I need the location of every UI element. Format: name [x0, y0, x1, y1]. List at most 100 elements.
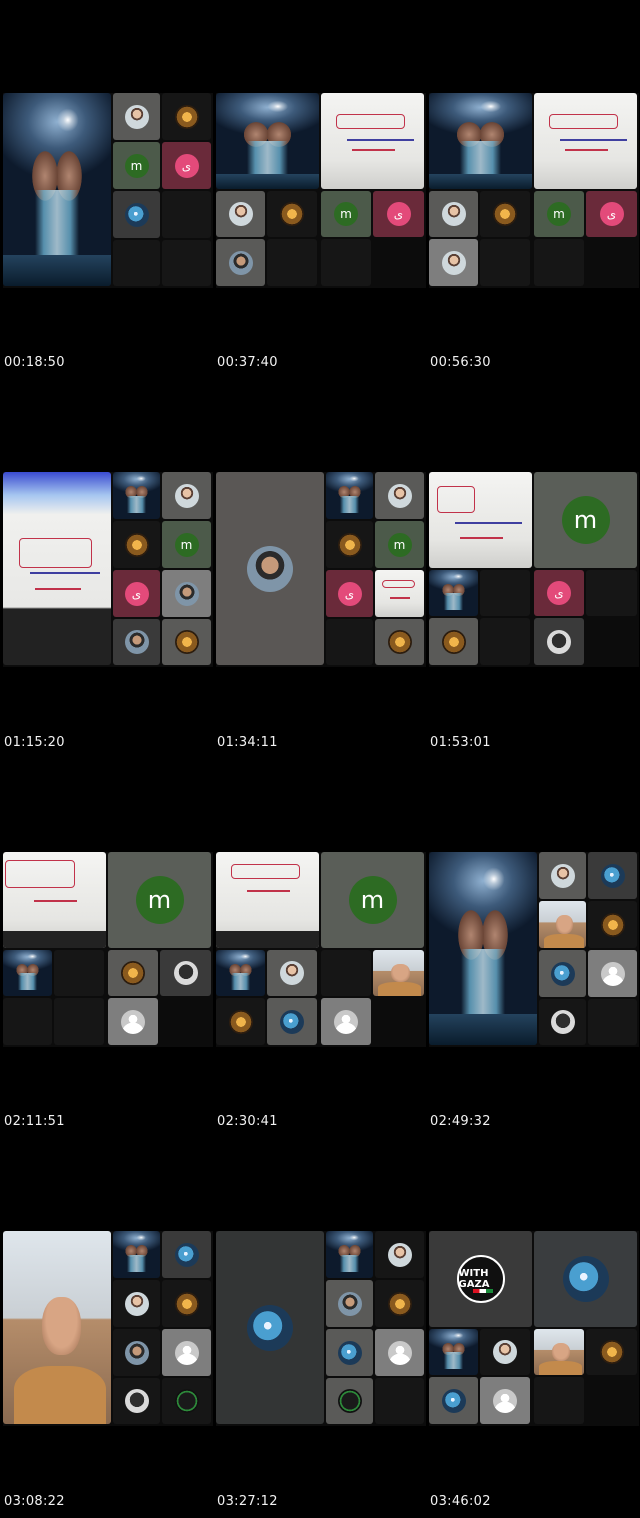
- avatar-icon: [441, 202, 466, 226]
- initial-avatar: ى: [174, 153, 199, 178]
- thumbnail-3[interactable]: m ى: [429, 93, 639, 288]
- person-placeholder-icon: [121, 1009, 145, 1034]
- participant-tile: [113, 1378, 160, 1424]
- empty-tile: [534, 1377, 584, 1424]
- empty-tile: [326, 619, 373, 665]
- participant-tile: [429, 191, 478, 237]
- avatar-icon: [174, 1242, 199, 1267]
- participant-tile: m: [321, 191, 371, 237]
- participant-tile: m: [375, 521, 424, 568]
- gaza-badge-icon: [174, 1389, 199, 1413]
- thumbnail-6[interactable]: m ى: [429, 472, 639, 667]
- participant-tile: [375, 472, 424, 519]
- participant-tile: ى: [162, 142, 211, 189]
- participant-tile: [162, 1231, 211, 1278]
- avatar-icon: [337, 1291, 362, 1316]
- avatar-icon: [124, 1340, 149, 1365]
- participant-tile: [162, 93, 211, 140]
- participant-tile: m: [113, 142, 160, 189]
- participant-tile: [113, 93, 160, 140]
- empty-tile: [480, 239, 530, 286]
- initial-avatar: m: [174, 532, 199, 557]
- thumbnail-2[interactable]: m ى: [216, 93, 426, 288]
- participant-tile: [429, 239, 478, 286]
- empty-tile: [321, 239, 371, 286]
- initial-avatar: m: [348, 876, 397, 924]
- gaza-badge-icon: [337, 1389, 362, 1413]
- thumbnail-5[interactable]: m ى: [216, 472, 426, 667]
- empty-tile: [480, 570, 530, 616]
- participant-tile: [321, 998, 371, 1045]
- avatar-icon: [493, 202, 517, 226]
- hands-artwork-tile: [3, 93, 111, 286]
- speaker-tile: WITH GAZA: [429, 1231, 532, 1327]
- avatar-icon: [441, 250, 466, 275]
- participant-tile: [113, 1329, 160, 1376]
- empty-tile: [54, 998, 104, 1045]
- participant-tile: m: [534, 191, 584, 237]
- participant-tile: [216, 998, 265, 1045]
- participant-tile: [326, 1329, 373, 1376]
- participant-tile: [375, 1280, 424, 1327]
- avatar-icon: [228, 202, 253, 226]
- avatar-icon: [387, 1291, 412, 1316]
- participant-tile: [108, 998, 158, 1045]
- participant-tile: [216, 239, 265, 286]
- thumbnail-11[interactable]: [216, 1231, 426, 1426]
- thumbnail-9[interactable]: [429, 852, 639, 1047]
- initial-avatar: ى: [386, 202, 411, 226]
- avatar-icon: [124, 1291, 149, 1316]
- avatar-icon: [493, 1340, 517, 1364]
- avatar-icon: [547, 629, 571, 654]
- avatar-icon: [280, 961, 304, 985]
- avatar-icon: [562, 1256, 609, 1302]
- participant-tile: [216, 191, 265, 237]
- avatar-icon: [173, 961, 198, 985]
- avatar-icon: [600, 863, 625, 888]
- hands-artwork-tile: [216, 950, 265, 996]
- avatar-icon: [337, 1340, 362, 1365]
- avatar-icon: [247, 1304, 293, 1351]
- thumbnail-10[interactable]: [3, 1231, 213, 1426]
- thumbnail-12[interactable]: WITH GAZA: [429, 1231, 639, 1426]
- initial-avatar: ى: [547, 581, 571, 605]
- thumbnail-1[interactable]: m ى: [3, 93, 213, 288]
- thumbnail-4[interactable]: m ى: [3, 472, 213, 667]
- empty-tile: [113, 240, 160, 286]
- avatar-icon: [550, 863, 575, 888]
- avatar-icon: [441, 1388, 466, 1413]
- timestamp: 03:46:02: [430, 1494, 491, 1509]
- hands-artwork-tile: [326, 472, 373, 519]
- person-placeholder-icon: [334, 1009, 358, 1034]
- thumbnail-7[interactable]: m: [3, 852, 213, 1047]
- speaker-tile: m: [321, 852, 424, 948]
- timestamp: 00:56:30: [430, 355, 491, 370]
- timestamp: 02:30:41: [217, 1114, 278, 1129]
- initial-avatar: m: [561, 496, 610, 544]
- participant-tile: [113, 1280, 160, 1327]
- avatar-icon: [124, 202, 149, 227]
- participant-tile: [267, 950, 317, 996]
- participant-tile: ى: [534, 570, 584, 616]
- badge-text: WITH GAZA: [458, 1268, 490, 1290]
- avatar-icon: [387, 483, 412, 508]
- empty-tile: [480, 618, 530, 665]
- speaker-tile: [216, 472, 324, 665]
- avatar-icon: [550, 1010, 575, 1034]
- empty-tile: [588, 999, 637, 1045]
- empty-tile: [534, 239, 584, 286]
- avatar-icon: [441, 629, 466, 654]
- participant-video-tile: [539, 901, 586, 948]
- thumbnail-8[interactable]: m: [216, 852, 426, 1047]
- participant-tile: [326, 1280, 373, 1327]
- participant-tile: [480, 1377, 530, 1424]
- participant-tile: [162, 1280, 211, 1327]
- avatar-icon: [600, 912, 625, 937]
- empty-tile: [3, 998, 52, 1045]
- timestamp: 01:15:20: [4, 735, 65, 750]
- timestamp: 03:27:12: [217, 1494, 278, 1509]
- timestamp: 02:11:51: [4, 1114, 65, 1129]
- avatar-icon: [174, 483, 199, 508]
- avatar-icon: [174, 104, 199, 129]
- participant-tile: [162, 1378, 211, 1424]
